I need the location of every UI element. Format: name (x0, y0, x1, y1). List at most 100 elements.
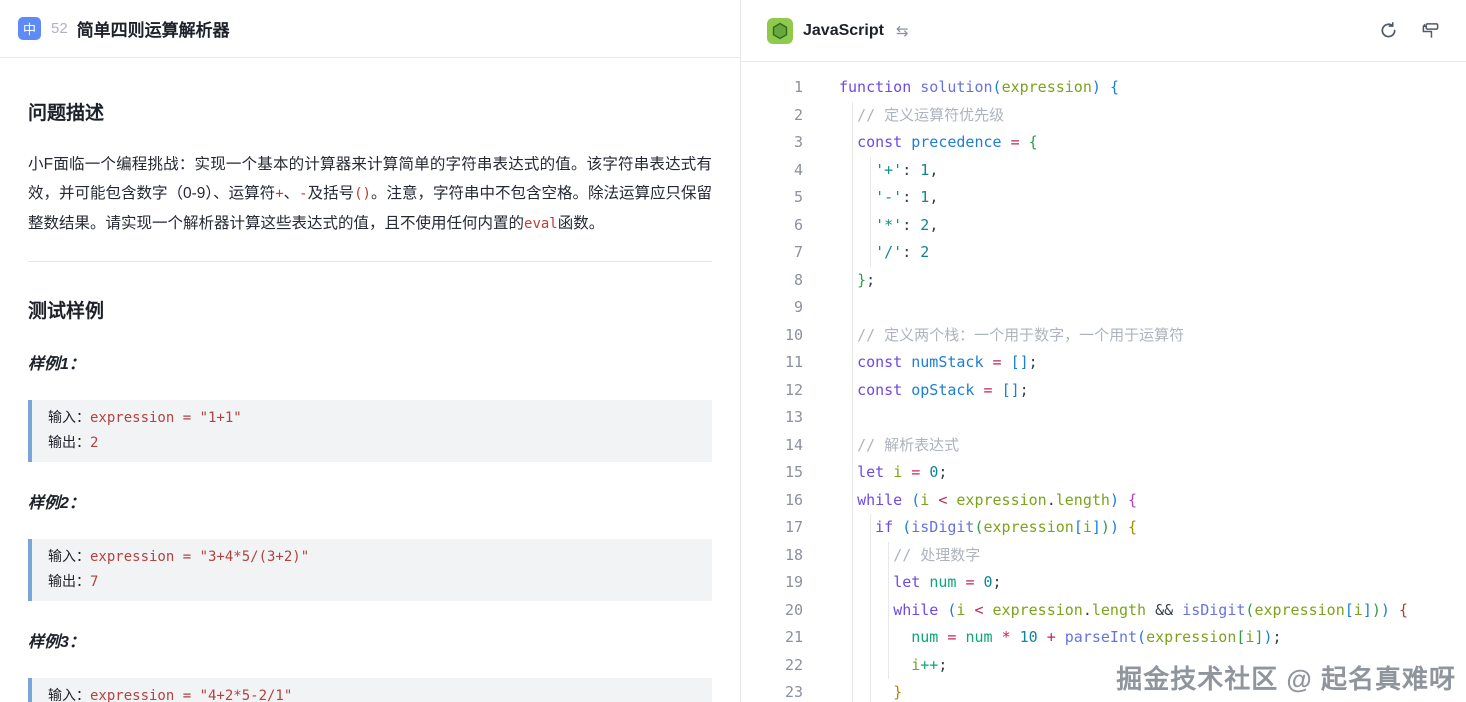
token-num: 1 (920, 161, 929, 179)
token-prm: expression (1146, 628, 1236, 646)
description-text: 函数。 (558, 215, 605, 232)
token-pl (839, 546, 893, 564)
token-pun: , (929, 216, 938, 234)
code-line[interactable]: '+': 1, (839, 157, 1408, 185)
code-line[interactable] (839, 294, 1408, 322)
token-b1: { (1110, 78, 1119, 96)
token-pl (911, 216, 920, 234)
line-number: 23 (741, 679, 803, 702)
token-pl (839, 683, 893, 701)
line-number: 11 (741, 349, 803, 377)
token-pl (893, 518, 902, 536)
token-num: 2 (920, 243, 929, 261)
token-pl (902, 133, 911, 151)
token-pl (1011, 628, 1020, 646)
token-b2: ) (1101, 518, 1110, 536)
code-line[interactable]: function solution(expression) { (839, 74, 1408, 102)
code-line[interactable]: }; (839, 267, 1408, 295)
token-pl (1146, 601, 1155, 619)
token-pl (1119, 518, 1128, 536)
token-b1: [] (1011, 353, 1029, 371)
line-number: 7 (741, 239, 803, 267)
code-line[interactable]: '/': 2 (839, 239, 1408, 267)
token-cmt: // 解析表达式 (857, 436, 959, 454)
io-label: 输入： (48, 549, 90, 565)
io-code: expression = "4+2*5-2/1" (90, 688, 292, 702)
code-line[interactable]: while (i < expression.length) { (839, 487, 1408, 515)
token-pl (839, 601, 893, 619)
swap-icon: ⇆ (896, 22, 909, 40)
line-number: 2 (741, 102, 803, 130)
token-pl (974, 381, 983, 399)
token-pun: ; (1029, 353, 1038, 371)
token-pl (1038, 628, 1047, 646)
code-line[interactable]: let num = 0; (839, 569, 1408, 597)
format-icon[interactable] (1416, 17, 1444, 45)
token-b1: ( (993, 78, 1002, 96)
code-line[interactable]: // 定义两个栈：一个用于数字，一个用于运算符 (839, 322, 1408, 350)
token-prm: expression (956, 491, 1046, 509)
code-line[interactable]: num = num * 10 + parseInt(expression[i])… (839, 624, 1408, 652)
code-line[interactable]: // 解析表达式 (839, 432, 1408, 460)
code-line[interactable]: '-': 1, (839, 184, 1408, 212)
token-pun: ; (938, 656, 947, 674)
token-b2: } (857, 271, 866, 289)
token-b1: ( (902, 518, 911, 536)
token-cmt: // 定义运算符优先级 (857, 106, 1004, 124)
token-fn: parseInt (1065, 628, 1137, 646)
token-num: 0 (929, 463, 938, 481)
line-number: 18 (741, 542, 803, 570)
code-line[interactable]: '*': 2, (839, 212, 1408, 240)
token-pun: . (1083, 601, 1092, 619)
code-line[interactable]: // 处理数字 (839, 542, 1408, 570)
line-number-gutter: 1234567891011121314151617181920212223 (741, 74, 803, 702)
token-kw: const (857, 381, 902, 399)
token-pl (839, 133, 857, 151)
token-str: '*' (875, 216, 902, 234)
token-pl (1119, 491, 1128, 509)
token-prm: i (1083, 518, 1092, 536)
code-line[interactable]: const numStack = []; (839, 349, 1408, 377)
token-num: 1 (920, 188, 929, 206)
code-line[interactable] (839, 404, 1408, 432)
token-b3: { (1128, 491, 1137, 509)
token-pun: ; (1020, 381, 1029, 399)
token-pl (1020, 133, 1029, 151)
difficulty-badge: 中 (18, 17, 41, 40)
code-line[interactable]: // 定义运算符优先级 (839, 102, 1408, 130)
code-editor[interactable]: 1234567891011121314151617181920212223 fu… (741, 62, 1466, 702)
token-pl (920, 573, 929, 591)
code-line[interactable]: let i = 0; (839, 459, 1408, 487)
sample-label: 样例2： (28, 489, 712, 513)
code-line[interactable]: const precedence = { (839, 129, 1408, 157)
line-number: 13 (741, 404, 803, 432)
io-code: 7 (90, 574, 98, 590)
editor-header: JavaScript ⇆ (741, 0, 1466, 62)
code-line[interactable]: if (isDigit(expression[i])) { (839, 514, 1408, 542)
token-num: 2 (920, 216, 929, 234)
code-line[interactable]: const opStack = []; (839, 377, 1408, 405)
language-label: JavaScript (803, 22, 884, 40)
line-number: 19 (741, 569, 803, 597)
line-number: 12 (741, 377, 803, 405)
token-pl (839, 161, 875, 179)
description-text: 及括号 (308, 185, 355, 202)
line-number: 6 (741, 212, 803, 240)
token-pun: , (929, 161, 938, 179)
token-prm: i (920, 491, 929, 509)
token-pl (902, 381, 911, 399)
section-heading-tests: 测试样例 (28, 296, 712, 323)
token-pl (839, 106, 857, 124)
token-b2: ) (1372, 601, 1381, 619)
code-line[interactable]: while (i < expression.length && isDigit(… (839, 597, 1408, 625)
token-prm: expression (993, 601, 1083, 619)
token-var: num (929, 573, 956, 591)
inline-code: eval (524, 216, 558, 232)
token-pl (920, 463, 929, 481)
token-cmt: // 处理数字 (893, 546, 980, 564)
code-content[interactable]: function solution(expression) { // 定义运算符… (839, 74, 1408, 702)
token-pl (839, 463, 857, 481)
token-pun: && (1155, 601, 1173, 619)
language-switcher[interactable]: JavaScript ⇆ (767, 18, 909, 44)
refresh-icon[interactable] (1374, 17, 1402, 45)
